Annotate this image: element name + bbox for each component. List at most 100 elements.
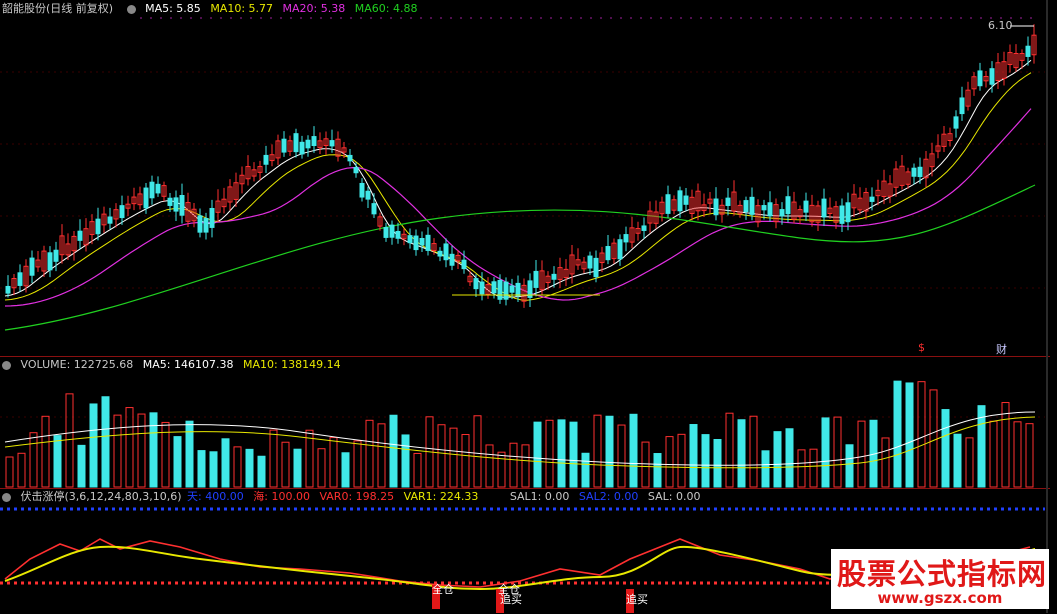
candle-body: [605, 246, 611, 261]
volume-bar: [605, 415, 614, 488]
candle-body: [119, 205, 125, 219]
volume-bar: [545, 419, 554, 488]
candle-body: [419, 237, 425, 246]
candle-body: [347, 154, 353, 162]
candle-body: [413, 235, 419, 251]
candle-body: [143, 187, 149, 209]
candle-body: [509, 285, 515, 293]
ma60-line: [4, 184, 1036, 331]
volume-bar: [365, 419, 374, 488]
volume-bar: [557, 419, 566, 488]
price-panel[interactable]: 韶能股份(日线 前复权) MA5: 5.85 MA10: 5.77 MA20: …: [0, 0, 1050, 356]
candle-body: [425, 234, 431, 251]
candle-body: [1025, 45, 1031, 57]
volume-bar: [281, 441, 290, 488]
volume-bar: [125, 407, 134, 488]
volume-bar: [137, 413, 146, 488]
volume-bar: [857, 420, 866, 488]
volume-bar: [497, 451, 506, 488]
volume-panel[interactable]: VOLUME: 122725.68 MA5: 146107.38 MA10: 1…: [0, 356, 1050, 489]
volume-ma10-line: [4, 416, 1036, 469]
volume-bar: [221, 438, 230, 488]
candle-body: [395, 230, 401, 239]
candle-body: [407, 235, 413, 244]
candle-body: [197, 215, 203, 233]
volume-bar: [209, 451, 218, 488]
candle-body: [587, 255, 593, 269]
volume-bar: [197, 450, 206, 488]
volume-chart: [0, 380, 1045, 488]
candle-body: [371, 203, 377, 215]
volume-bar: [929, 389, 938, 488]
candle-body: [29, 257, 35, 276]
volume-bar: [113, 414, 122, 488]
candle-body: [263, 154, 269, 165]
candle-body: [533, 270, 539, 288]
volume-bar: [17, 452, 26, 488]
marker-finance[interactable]: 财: [996, 341, 1007, 357]
price-chart: [0, 17, 1045, 331]
volume-bar: [821, 417, 830, 488]
candle-body: [365, 190, 371, 200]
candle-body: [359, 182, 365, 198]
volume-bar: [797, 449, 806, 488]
volume-bar: [341, 452, 350, 488]
volume-bar: [461, 434, 470, 488]
candle-body: [677, 190, 683, 212]
volume-bar: [581, 452, 590, 488]
candle-body: [311, 136, 317, 147]
candle-body: [77, 230, 83, 241]
candle-body: [95, 218, 101, 235]
candle-body: [305, 139, 311, 149]
ma5-line: [4, 59, 1032, 298]
candle-body: [53, 249, 59, 262]
volume-bar: [1001, 402, 1010, 488]
candle-body: [845, 202, 851, 223]
candle-body: [179, 195, 185, 216]
volume-bar: [749, 415, 758, 488]
volume-bar: [101, 396, 110, 488]
volume-bar: [1025, 423, 1034, 488]
volume-bar: [173, 436, 182, 488]
candle-body: [203, 218, 209, 233]
candle-body: [725, 197, 731, 206]
volume-bar: [905, 382, 914, 488]
candle-body: [641, 225, 647, 231]
candle-body: [869, 196, 875, 202]
volume-bar: [401, 434, 410, 488]
volume-bar: [353, 440, 362, 488]
candle-body: [839, 205, 845, 224]
volume-bar: [593, 414, 602, 488]
candle-body: [497, 279, 503, 300]
volume-bar: [473, 415, 482, 488]
candle-body: [683, 195, 689, 205]
marker-dividend[interactable]: $: [918, 341, 925, 354]
volume-ma5-line: [4, 411, 1036, 466]
signal-label: 追买: [626, 593, 648, 606]
volume-bar: [257, 455, 266, 488]
volume-bar: [677, 433, 686, 488]
volume-bar: [317, 448, 326, 488]
candle-body: [437, 250, 443, 257]
volume-bar: [29, 432, 38, 488]
volume-bar: [149, 412, 158, 488]
volume-bar: [233, 446, 242, 488]
candle-body: [551, 273, 557, 280]
volume-bar: [53, 435, 62, 488]
volume-bar: [521, 444, 530, 488]
volume-bar: [989, 420, 998, 488]
volume-bar: [389, 414, 398, 488]
volume-bar: [533, 421, 542, 488]
candle-body: [503, 281, 509, 300]
volume-bar: [437, 424, 446, 488]
volume-bar: [485, 444, 494, 488]
candle-body: [977, 70, 983, 87]
volume-bar: [629, 413, 638, 488]
candle-body: [173, 197, 179, 212]
volume-bar: [689, 424, 698, 488]
volume-bar: [269, 429, 278, 488]
candle-body: [515, 282, 521, 297]
volume-bar: [449, 427, 458, 488]
volume-bar: [761, 450, 770, 488]
volume-bar: [641, 441, 650, 488]
